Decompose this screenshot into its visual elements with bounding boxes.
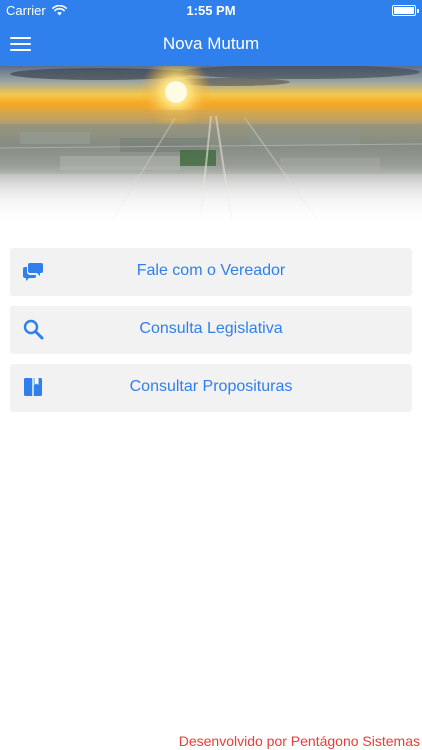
hamburger-line <box>10 37 31 39</box>
status-bar: Carrier 1:55 PM <box>0 0 422 22</box>
status-time: 1:55 PM <box>186 3 236 18</box>
hamburger-line <box>10 49 31 51</box>
menu-item-label: Consultar Proposituras <box>129 378 293 395</box>
menu-item-consulta-legislativa[interactable]: Consulta Legislativa <box>10 306 412 354</box>
battery-level <box>394 7 414 14</box>
hamburger-line <box>10 43 31 45</box>
menu-item-label: Consulta Legislativa <box>139 320 283 337</box>
hero-city-image <box>0 66 422 224</box>
developer-credit: Desenvolvido por Pentágono Sistemas <box>178 733 420 749</box>
hamburger-menu-button[interactable] <box>10 34 32 54</box>
city-aerial-illustration <box>0 66 422 224</box>
menu-item-label: Fale com o Vereador <box>136 262 286 279</box>
page-title: Nova Mutum <box>162 34 260 53</box>
menu-item-consultar-proposituras[interactable]: Consultar Proposituras <box>10 364 412 412</box>
menu-list: Fale com o Vereador Consulta Legislativa… <box>10 248 412 422</box>
nav-bar: Nova Mutum <box>0 22 422 66</box>
menu-item-fale-com-o-vereador[interactable]: Fale com o Vereador <box>10 248 412 296</box>
battery-icon <box>392 5 419 16</box>
